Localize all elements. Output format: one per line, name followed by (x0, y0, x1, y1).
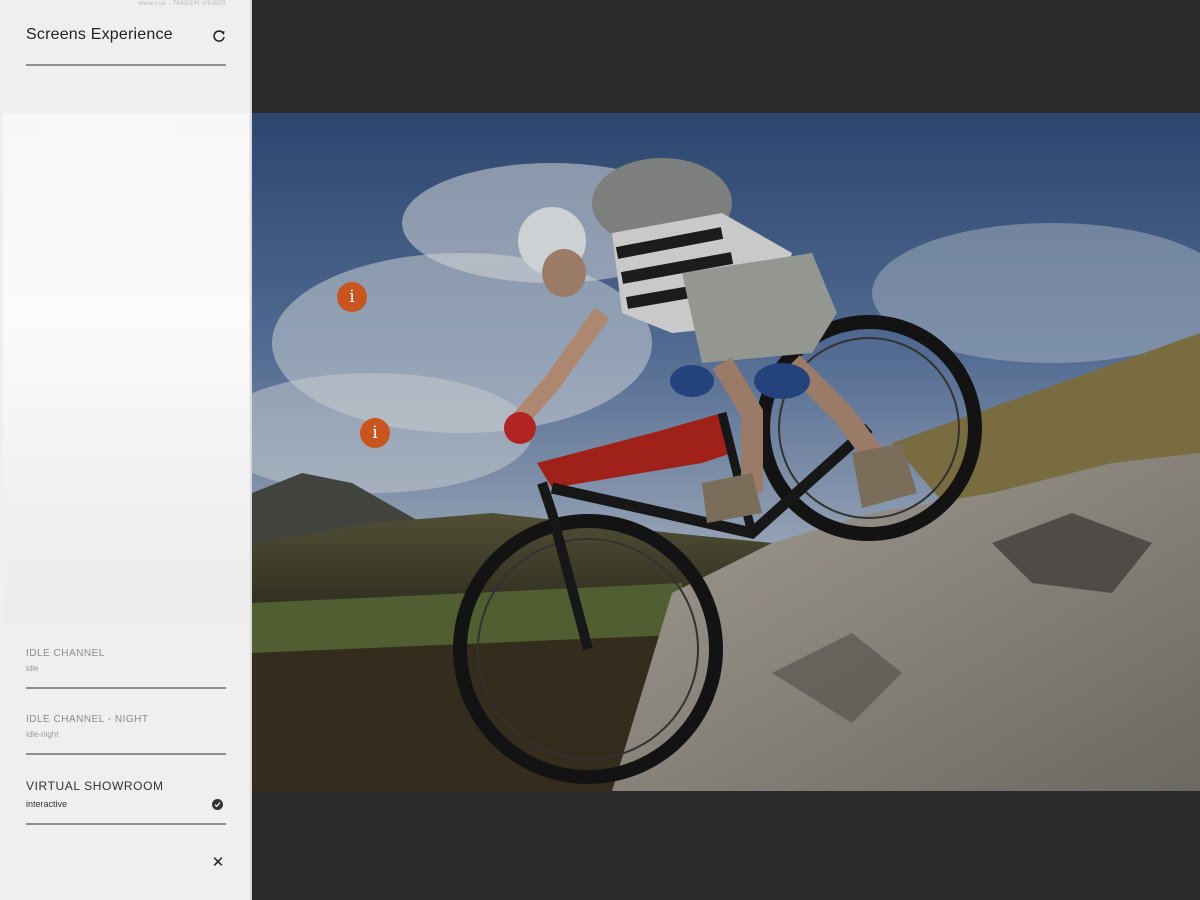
panel-top-caption: www.cue - TANDEM VIEWER (138, 0, 227, 7)
title-divider (26, 64, 226, 66)
channel-label: IDLE CHANNEL (26, 648, 105, 659)
channel-divider (26, 687, 226, 689)
close-icon[interactable]: ✕ (211, 855, 225, 870)
channel-preview (3, 113, 249, 623)
channel-divider (26, 753, 226, 755)
channel-label: VIRTUAL SHOWROOM (26, 779, 164, 793)
info-hotspot-icon[interactable]: i (360, 418, 390, 448)
screens-experience-app: www.cue - TANDEM VIEWER Screens Experien… (0, 0, 1200, 900)
channel-panel: www.cue - TANDEM VIEWER Screens Experien… (0, 0, 252, 900)
showroom-image: i i (252, 113, 1200, 791)
check-circle-icon (212, 799, 223, 810)
channel-subtitle: idle-night (26, 730, 59, 739)
channel-subtitle: interactive (26, 799, 68, 809)
refresh-icon[interactable] (212, 29, 226, 43)
channel-label: IDLE CHANNEL - NIGHT (26, 714, 149, 725)
channel-divider (26, 823, 226, 825)
panel-title: Screens Experience (26, 26, 173, 43)
preview-card (38, 122, 178, 178)
channel-subtitle: idle (26, 664, 39, 673)
info-hotspot-icon[interactable]: i (337, 282, 367, 312)
